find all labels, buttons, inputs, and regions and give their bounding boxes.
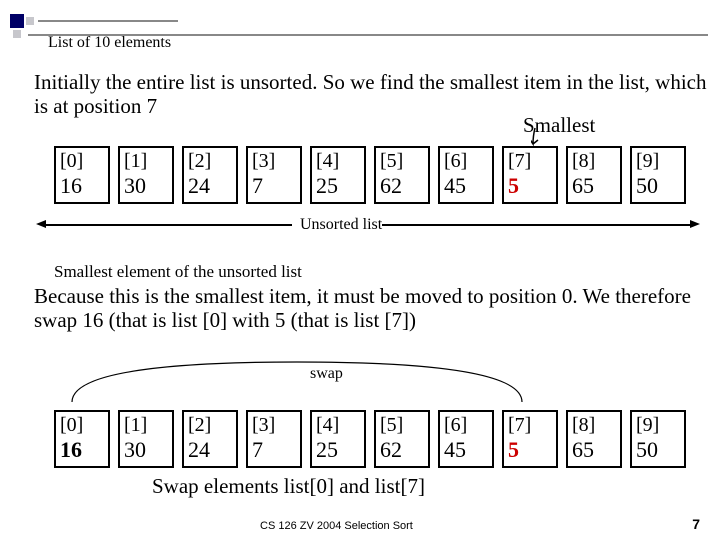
array-cell: [3]7 (246, 146, 302, 204)
swap-caption: Swap elements list[0] and list[7] (152, 474, 425, 499)
array-cell: [9]50 (630, 146, 686, 204)
explain-text: Because this is the smallest item, it mu… (34, 284, 714, 332)
array-cell: [0]16 (54, 146, 110, 204)
swap-label: swap (310, 365, 343, 383)
array-cell-smallest: [7]5 (502, 146, 558, 204)
array-cell: [8]65 (566, 410, 622, 468)
arrow-down-icon (531, 126, 563, 146)
array-cell: [6]45 (438, 146, 494, 204)
page-number: 7 (692, 516, 700, 532)
range-arrow-left (44, 224, 292, 226)
array-cell: [5]62 (374, 410, 430, 468)
array-cell: [2]24 (182, 410, 238, 468)
array-row-initial: [0]16 [1]30 [2]24 [3]7 [4]25 [5]62 [6]45… (54, 146, 686, 204)
arrow-right-icon (690, 220, 700, 228)
array-cell: [4]25 (310, 410, 366, 468)
range-arrow-right (382, 224, 692, 226)
array-cell: [5]62 (374, 146, 430, 204)
smallest-caption: Smallest element of the unsorted list (54, 262, 720, 282)
array-cell: [8]65 (566, 146, 622, 204)
array-cell: [4]25 (310, 146, 366, 204)
array-cell: [3]7 (246, 410, 302, 468)
footer-text: CS 126 ZV 2004 Selection Sort (260, 520, 413, 532)
arrow-left-icon (36, 220, 46, 228)
unsorted-list-label: Unsorted list (300, 216, 382, 234)
swap-bracket-icon (62, 352, 532, 402)
slide-subtitle: List of 10 elements (48, 34, 171, 52)
array-cell: [1]30 (118, 146, 174, 204)
array-cell-swap-b: [7]5 (502, 410, 558, 468)
array-cell: [6]45 (438, 410, 494, 468)
array-row-swap: [0]16 [1]30 [2]24 [3]7 [4]25 [5]62 [6]45… (54, 410, 686, 468)
array-cell: [2]24 (182, 146, 238, 204)
array-cell-swap-a: [0]16 (54, 410, 110, 468)
array-cell: [9]50 (630, 410, 686, 468)
array-cell: [1]30 (118, 410, 174, 468)
intro-text: Initially the entire list is unsorted. S… (34, 70, 714, 118)
